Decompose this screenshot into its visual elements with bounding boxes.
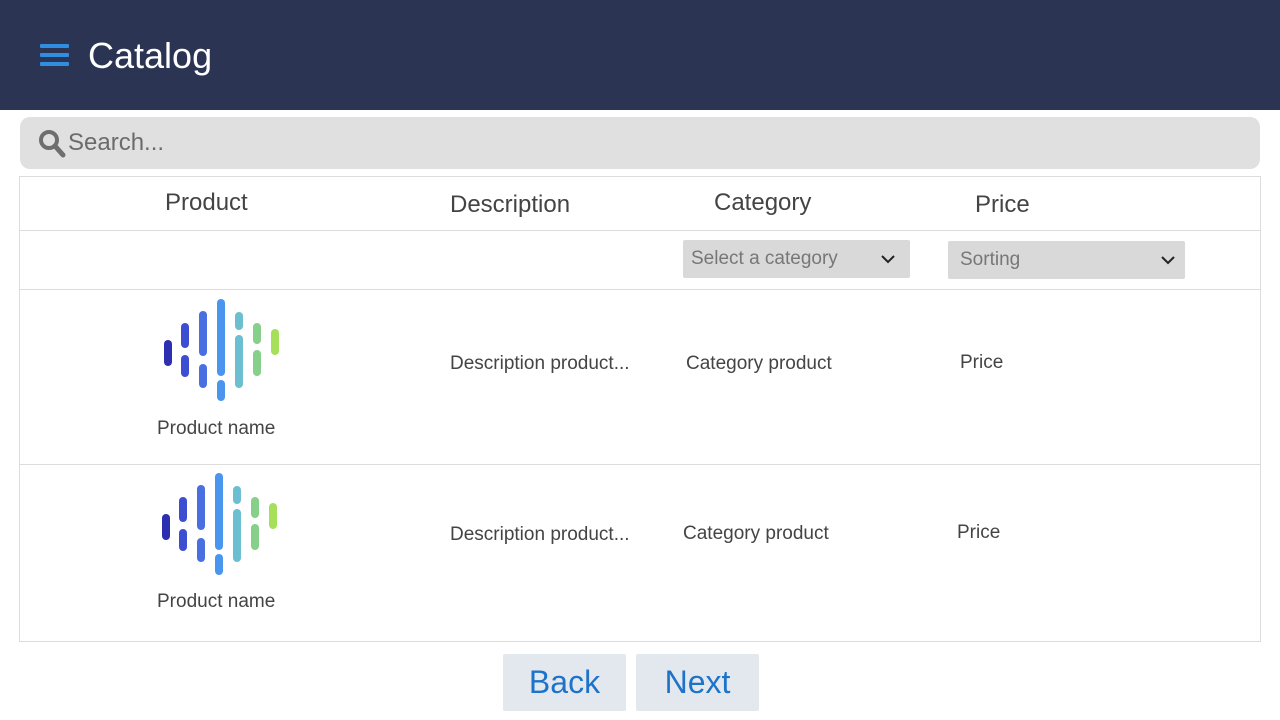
product-price: Price (960, 352, 1004, 373)
product-table: Product Description Category Price Selec… (19, 176, 1261, 642)
product-name[interactable]: Product name (157, 417, 275, 441)
product-description: Description product... (450, 353, 630, 374)
product-price: Price (957, 522, 1001, 543)
column-header-category[interactable]: Category (714, 189, 811, 217)
back-button[interactable]: Back (503, 654, 626, 711)
price-sort-select-value: Sorting (960, 249, 1021, 270)
search-icon (39, 130, 66, 158)
column-header-description[interactable]: Description (450, 191, 570, 219)
price-sort-select[interactable]: Sorting (948, 241, 1185, 279)
hamburger-menu-icon[interactable] (40, 44, 70, 68)
category-select[interactable]: Select a category (683, 240, 910, 278)
category-select-value: Select a category (691, 248, 838, 269)
sound-wave-logo-icon (162, 473, 277, 575)
product-category: Category product (683, 523, 829, 544)
divider (20, 289, 1260, 290)
next-button[interactable]: Next (636, 654, 759, 711)
search-input[interactable] (68, 125, 1238, 161)
sound-wave-logo-icon (164, 299, 279, 401)
page-title: Catalog (88, 35, 213, 76)
product-category: Category product (686, 353, 832, 374)
divider (20, 230, 1260, 231)
product-description: Description product... (450, 524, 630, 545)
chevron-down-icon (1161, 256, 1175, 265)
column-header-price[interactable]: Price (975, 191, 1030, 219)
search-bar[interactable] (20, 117, 1260, 169)
product-name[interactable]: Product name (157, 590, 275, 614)
divider (20, 464, 1260, 465)
app-header: Catalog (0, 0, 1280, 110)
chevron-down-icon (881, 255, 895, 264)
column-header-product[interactable]: Product (165, 189, 248, 217)
